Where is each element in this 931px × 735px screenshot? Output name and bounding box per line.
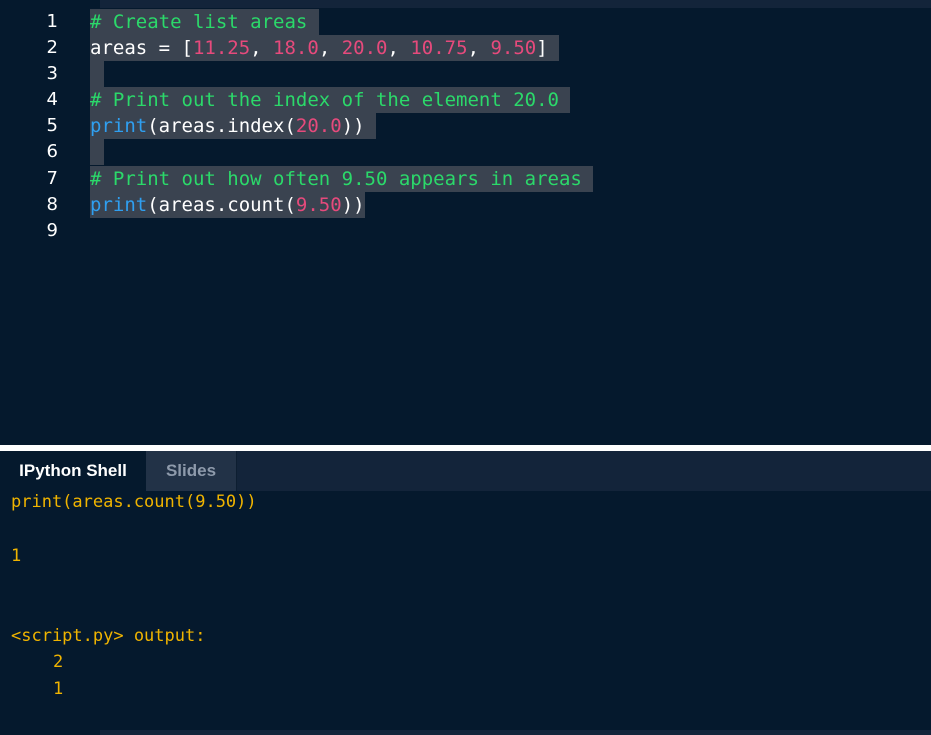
shell-result: 1 (11, 546, 22, 566)
line-number: 2 (46, 37, 58, 58)
tab-slides[interactable]: Slides (146, 451, 237, 491)
number-literal: 20.0 (295, 115, 342, 137)
function-name: print (90, 194, 148, 216)
blank-line-selection (90, 61, 104, 87)
code-token: , (467, 37, 491, 59)
code-token: (areas.index( (147, 115, 296, 137)
code-text[interactable]: # Print out how often 9.50 appears in ar… (90, 166, 594, 192)
code-token: , (250, 37, 274, 59)
app-root: 1 # Create list areas 2 areas = [11.25, … (0, 0, 931, 735)
number-literal: 9.50 (295, 194, 342, 216)
comment-text: # Create list areas (90, 11, 308, 33)
comment-text: # Print out how often 9.50 appears in ar… (90, 168, 582, 190)
code-token: areas = [ (90, 37, 193, 59)
line-number: 5 (46, 115, 58, 136)
line-number: 8 (46, 194, 58, 215)
tab-ipython-shell[interactable]: IPython Shell (0, 451, 146, 491)
blank-line-selection (90, 139, 104, 165)
code-token: )) (341, 194, 365, 216)
number-literal: 20.0 (341, 37, 388, 59)
line-number: 4 (46, 89, 58, 110)
number-literal: 10.75 (410, 37, 468, 59)
line-number: 9 (46, 220, 58, 241)
editor-top-band (100, 0, 931, 8)
code-line-5: 5 print(areas.index(20.0)) (0, 113, 931, 139)
code-line-9: 9 (0, 218, 931, 244)
shell-tab-bar: IPython Shell Slides (0, 451, 931, 491)
line-number: 3 (46, 63, 58, 84)
script-output-line: 1 (53, 679, 64, 699)
code-text[interactable]: print(areas.count(9.50)) (90, 192, 365, 218)
code-token: , (387, 37, 411, 59)
number-literal: 11.25 (192, 37, 251, 59)
code-line-7: 7 # Print out how often 9.50 appears in … (0, 166, 931, 192)
shell-input-band[interactable] (100, 730, 931, 735)
function-name: print (90, 115, 148, 137)
script-output-header: <script.py> output: (11, 626, 206, 646)
code-token: , (318, 37, 342, 59)
line-number: 7 (46, 168, 58, 189)
shell-command: print(areas.count(9.50)) (11, 492, 257, 512)
code-line-2: 2 areas = [11.25, 18.0, 20.0, 10.75, 9.5… (0, 35, 931, 61)
number-literal: 9.50 (490, 37, 537, 59)
code-line-3: 3 (0, 61, 931, 87)
code-editor[interactable]: 1 # Create list areas 2 areas = [11.25, … (0, 0, 931, 445)
code-text[interactable]: areas = [11.25, 18.0, 20.0, 10.75, 9.50] (90, 35, 560, 61)
code-line-1: 1 # Create list areas (0, 9, 931, 35)
code-line-4: 4 # Print out the index of the element 2… (0, 87, 931, 113)
code-text[interactable]: # Print out the index of the element 20.… (90, 87, 571, 113)
code-token: ] (536, 37, 548, 59)
code-text[interactable]: # Create list areas (90, 9, 319, 35)
line-number: 6 (46, 141, 58, 162)
code-token: (areas.count( (147, 194, 296, 216)
code-text[interactable]: print(areas.index(20.0)) (90, 113, 377, 139)
code-line-8: 8 print(areas.count(9.50)) (0, 192, 931, 218)
code-line-6: 6 (0, 139, 931, 165)
comment-text: # Print out the index of the element 20.… (90, 89, 559, 111)
line-number: 1 (46, 11, 58, 32)
code-token: )) (341, 115, 365, 137)
number-literal: 18.0 (273, 37, 319, 59)
script-output-line: 2 (53, 652, 64, 672)
ipython-shell-panel[interactable]: IPython Shell Slides print(areas.count(9… (0, 451, 931, 735)
